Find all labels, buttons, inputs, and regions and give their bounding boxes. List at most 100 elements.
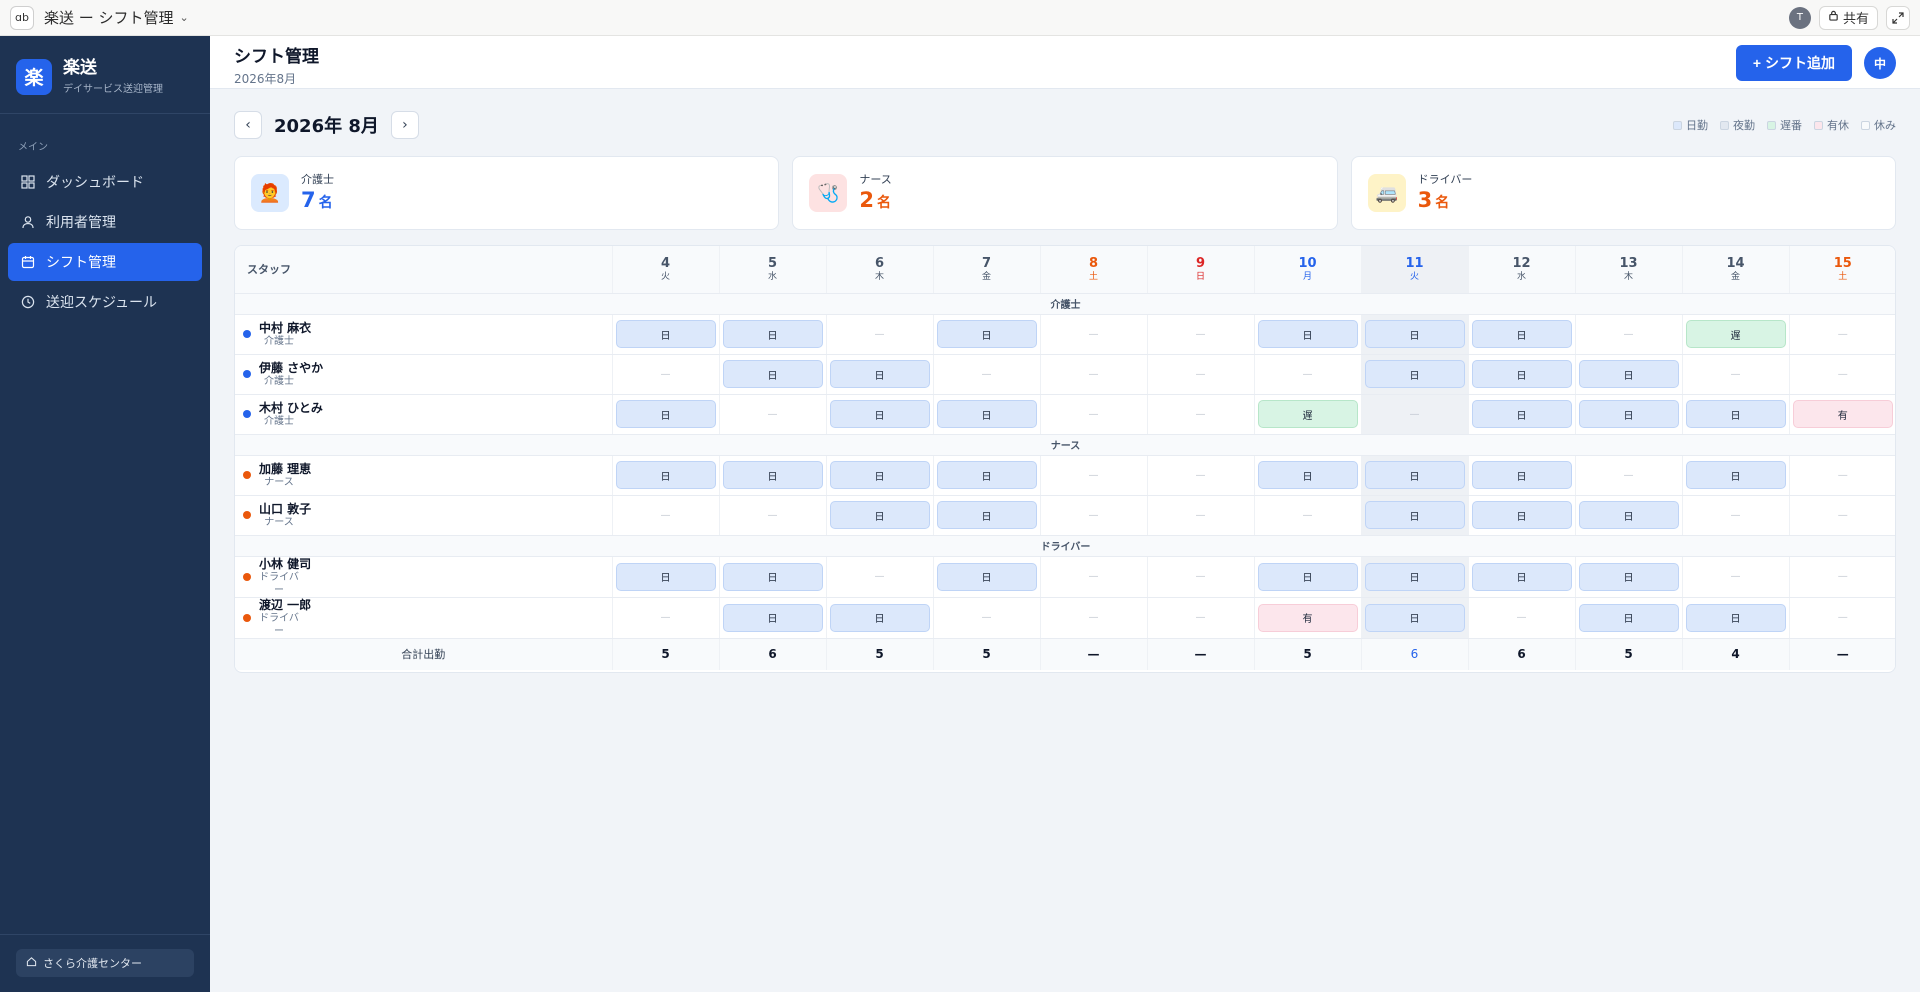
shift-cell[interactable]: 日 <box>719 314 827 355</box>
shift-cell[interactable]: 日 <box>826 597 934 639</box>
sidebar-item-dashboard[interactable]: ダッシュボード <box>8 163 202 201</box>
shift-cell[interactable]: 日 <box>1361 495 1469 536</box>
shift-cell[interactable]: 日 <box>1575 354 1683 395</box>
shift-cell[interactable]: 有 <box>1254 597 1362 639</box>
shift-cell[interactable]: — <box>1040 455 1148 496</box>
shift-cell[interactable]: 日 <box>1575 495 1683 536</box>
shift-cell[interactable]: — <box>719 495 827 536</box>
shift-cell[interactable]: 日 <box>719 597 827 639</box>
shift-cell[interactable]: — <box>1147 455 1255 496</box>
shift-cell[interactable]: — <box>1147 314 1255 355</box>
shift-cell[interactable]: 日 <box>612 455 720 496</box>
shift-cell[interactable]: — <box>1361 394 1469 435</box>
shift-cell[interactable]: 日 <box>1575 597 1683 639</box>
shift-cell[interactable]: — <box>612 597 720 639</box>
shift-cell[interactable]: 日 <box>1361 556 1469 598</box>
share-button[interactable]: 共有 <box>1818 5 1878 30</box>
expand-icon[interactable] <box>1886 5 1910 30</box>
shift-cell[interactable]: — <box>1682 495 1790 536</box>
shift-cell[interactable]: — <box>1147 597 1255 639</box>
shift-cell[interactable]: — <box>1147 556 1255 598</box>
shift-cell[interactable]: — <box>1789 597 1895 639</box>
staff-cell[interactable]: 渡辺 一郎 ドライバー <box>235 597 613 639</box>
staff-cell[interactable]: 加藤 理恵 ナース <box>235 455 613 496</box>
shift-cell[interactable]: 有 <box>1789 394 1895 435</box>
shift-cell[interactable]: 日 <box>1468 556 1576 598</box>
shift-cell[interactable]: 日 <box>1468 394 1576 435</box>
shift-cell[interactable]: — <box>933 597 1041 639</box>
shift-cell[interactable]: 日 <box>612 314 720 355</box>
shift-cell[interactable]: 日 <box>1361 455 1469 496</box>
shift-cell[interactable]: — <box>1682 354 1790 395</box>
user-avatar[interactable]: 中 <box>1864 47 1896 79</box>
shift-cell[interactable]: 日 <box>933 556 1041 598</box>
add-shift-button[interactable]: + シフト追加 <box>1735 45 1852 81</box>
shift-cell[interactable]: — <box>1147 354 1255 395</box>
shift-cell[interactable]: — <box>1789 354 1895 395</box>
shift-cell[interactable]: 日 <box>933 455 1041 496</box>
prev-month-button[interactable]: ‹ <box>234 111 262 139</box>
shift-cell[interactable]: 日 <box>719 556 827 598</box>
shift-cell[interactable]: 日 <box>1682 455 1790 496</box>
shift-cell[interactable]: 日 <box>1468 455 1576 496</box>
staff-cell[interactable]: 伊藤 さやか 介護士 <box>235 354 613 395</box>
shift-cell[interactable]: — <box>826 314 934 355</box>
shift-cell[interactable]: 日 <box>826 495 934 536</box>
shift-cell[interactable]: 日 <box>1575 394 1683 435</box>
shift-cell[interactable]: — <box>1147 495 1255 536</box>
shift-cell[interactable]: 日 <box>1254 455 1362 496</box>
shift-cell[interactable]: 日 <box>612 556 720 598</box>
shift-cell[interactable]: — <box>1254 354 1362 395</box>
org-selector[interactable]: さくら介護センター <box>16 949 194 977</box>
shift-cell[interactable]: 日 <box>826 455 934 496</box>
shift-cell[interactable]: 日 <box>1254 314 1362 355</box>
staff-cell[interactable]: 山口 敦子 ナース <box>235 495 613 536</box>
staff-cell[interactable]: 小林 健司 ドライバー <box>235 556 613 598</box>
shift-cell[interactable]: 日 <box>1682 597 1790 639</box>
sidebar-item-transport[interactable]: 送迎スケジュール <box>8 283 202 321</box>
app-icon[interactable]: ɑb <box>10 5 34 30</box>
shift-cell[interactable]: — <box>1040 556 1148 598</box>
shift-cell[interactable]: — <box>612 354 720 395</box>
shift-cell[interactable]: 日 <box>1575 556 1683 598</box>
shift-cell[interactable]: 日 <box>612 394 720 435</box>
shift-cell[interactable]: — <box>1040 597 1148 639</box>
shift-cell[interactable]: 日 <box>933 314 1041 355</box>
shift-cell[interactable]: — <box>1040 495 1148 536</box>
shift-cell[interactable]: 日 <box>1361 314 1469 355</box>
shift-cell[interactable]: — <box>1040 314 1148 355</box>
shift-cell[interactable]: — <box>612 495 720 536</box>
shift-cell[interactable]: 遅 <box>1254 394 1362 435</box>
sidebar-item-users[interactable]: 利用者管理 <box>8 203 202 241</box>
shift-cell[interactable]: 日 <box>1468 314 1576 355</box>
shift-cell[interactable]: 日 <box>933 495 1041 536</box>
shift-cell[interactable]: — <box>1040 394 1148 435</box>
shift-cell[interactable]: 日 <box>1682 394 1790 435</box>
avatar[interactable]: T <box>1788 6 1811 29</box>
shift-cell[interactable]: 遅 <box>1682 314 1790 355</box>
shift-cell[interactable]: — <box>1682 556 1790 598</box>
shift-cell[interactable]: 日 <box>933 394 1041 435</box>
shift-cell[interactable]: 日 <box>826 394 934 435</box>
shift-cell[interactable]: — <box>1789 495 1895 536</box>
shift-cell[interactable]: 日 <box>1361 597 1469 639</box>
shift-cell[interactable]: — <box>1789 455 1895 496</box>
next-month-button[interactable]: › <box>390 111 419 139</box>
staff-cell[interactable]: 中村 麻衣 介護士 <box>235 314 613 355</box>
app-title[interactable]: 楽送 ー シフト管理 ⌄ <box>44 7 189 28</box>
shift-cell[interactable]: — <box>1789 314 1895 355</box>
shift-cell[interactable]: — <box>1254 495 1362 536</box>
shift-cell[interactable]: 日 <box>1361 354 1469 395</box>
shift-cell[interactable]: 日 <box>1254 556 1362 598</box>
shift-cell[interactable]: — <box>1147 394 1255 435</box>
shift-cell[interactable]: 日 <box>826 354 934 395</box>
shift-cell[interactable]: — <box>933 354 1041 395</box>
staff-cell[interactable]: 木村 ひとみ 介護士 <box>235 394 613 435</box>
shift-cell[interactable]: — <box>826 556 934 598</box>
shift-cell[interactable]: — <box>1575 455 1683 496</box>
shift-cell[interactable]: 日 <box>719 354 827 395</box>
shift-cell[interactable]: — <box>1575 314 1683 355</box>
shift-cell[interactable]: 日 <box>1468 495 1576 536</box>
shift-cell[interactable]: — <box>719 394 827 435</box>
shift-cell[interactable]: — <box>1040 354 1148 395</box>
